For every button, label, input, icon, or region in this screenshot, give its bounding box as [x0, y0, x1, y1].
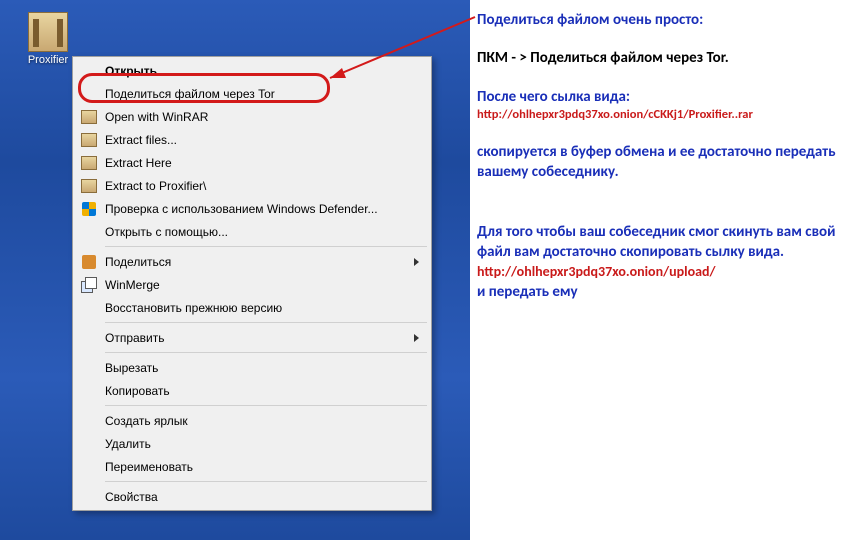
menu-extract-to[interactable]: Extract to Proxifier\ [75, 174, 429, 197]
menu-share[interactable]: Поделиться [75, 250, 429, 273]
blank-icon [79, 435, 99, 453]
blank-icon [79, 382, 99, 400]
menu-properties[interactable]: Свойства [75, 485, 429, 508]
desktop-area: Proxifier Открыть Поделиться файлом чере… [0, 0, 470, 540]
menu-send-to[interactable]: Отправить [75, 326, 429, 349]
note-line-1: Поделиться файлом очень просто: [477, 10, 847, 30]
menu-separator [105, 481, 427, 482]
instructions-panel: Поделиться файлом очень просто: ПКМ - > … [477, 10, 847, 320]
winrar-icon [79, 177, 99, 195]
menu-copy[interactable]: Копировать [75, 379, 429, 402]
menu-rename[interactable]: Переименовать [75, 455, 429, 478]
menu-share-tor[interactable]: Поделиться файлом через Tor [75, 82, 429, 105]
blank-icon [79, 329, 99, 347]
share-icon [79, 253, 99, 271]
blank-icon [79, 359, 99, 377]
note-block-3: После чего сылка вида: http://ohlhepxr3p… [477, 87, 847, 124]
menu-open-winrar[interactable]: Open with WinRAR [75, 105, 429, 128]
menu-shortcut[interactable]: Создать ярлык [75, 409, 429, 432]
blank-icon [79, 488, 99, 506]
menu-cut[interactable]: Вырезать [75, 356, 429, 379]
menu-separator [105, 352, 427, 353]
blank-icon [79, 299, 99, 317]
blank-icon [79, 458, 99, 476]
defender-shield-icon [79, 200, 99, 218]
menu-winmerge[interactable]: WinMerge [75, 273, 429, 296]
menu-separator [105, 246, 427, 247]
menu-extract-here[interactable]: Extract Here [75, 151, 429, 174]
file-label: Proxifier [18, 54, 78, 66]
note-line-5: Для того чтобы ваш собеседник смог скину… [477, 222, 847, 263]
menu-separator [105, 322, 427, 323]
note-line-4: скопируется в буфер обмена и ее достаточ… [477, 142, 847, 183]
note-url-2: http://ohlhepxr3pdq37xo.onion/upload/ [477, 263, 847, 282]
chevron-right-icon [414, 334, 419, 342]
winrar-icon [79, 154, 99, 172]
winrar-icon [79, 108, 99, 126]
winrar-archive-icon [28, 12, 68, 52]
menu-delete[interactable]: Удалить [75, 432, 429, 455]
menu-separator [105, 405, 427, 406]
note-line-6: и передать ему [477, 282, 847, 302]
blank-icon [79, 85, 99, 103]
menu-extract-files[interactable]: Extract files... [75, 128, 429, 151]
blank-icon [79, 62, 99, 80]
winmerge-icon [79, 276, 99, 294]
winrar-icon [79, 131, 99, 149]
menu-open[interactable]: Открыть [75, 59, 429, 82]
menu-defender[interactable]: Проверка с использованием Windows Defend… [75, 197, 429, 220]
note-url-1: http://ohlhepxr3pdq37xo.onion/cCKKj1/Pro… [477, 107, 847, 124]
note-line-2: ПКМ - > Поделиться файлом через Tor. [477, 48, 847, 68]
menu-open-with[interactable]: Открыть с помощью... [75, 220, 429, 243]
blank-icon [79, 412, 99, 430]
blank-icon [79, 223, 99, 241]
chevron-right-icon [414, 258, 419, 266]
menu-restore[interactable]: Восстановить прежнюю версию [75, 296, 429, 319]
desktop-file[interactable]: Proxifier [18, 12, 78, 66]
context-menu: Открыть Поделиться файлом через Tor Open… [72, 56, 432, 511]
note-block-5: Для того чтобы ваш собеседник смог скину… [477, 222, 847, 302]
note-line-3: После чего сылка вида: [477, 87, 847, 107]
